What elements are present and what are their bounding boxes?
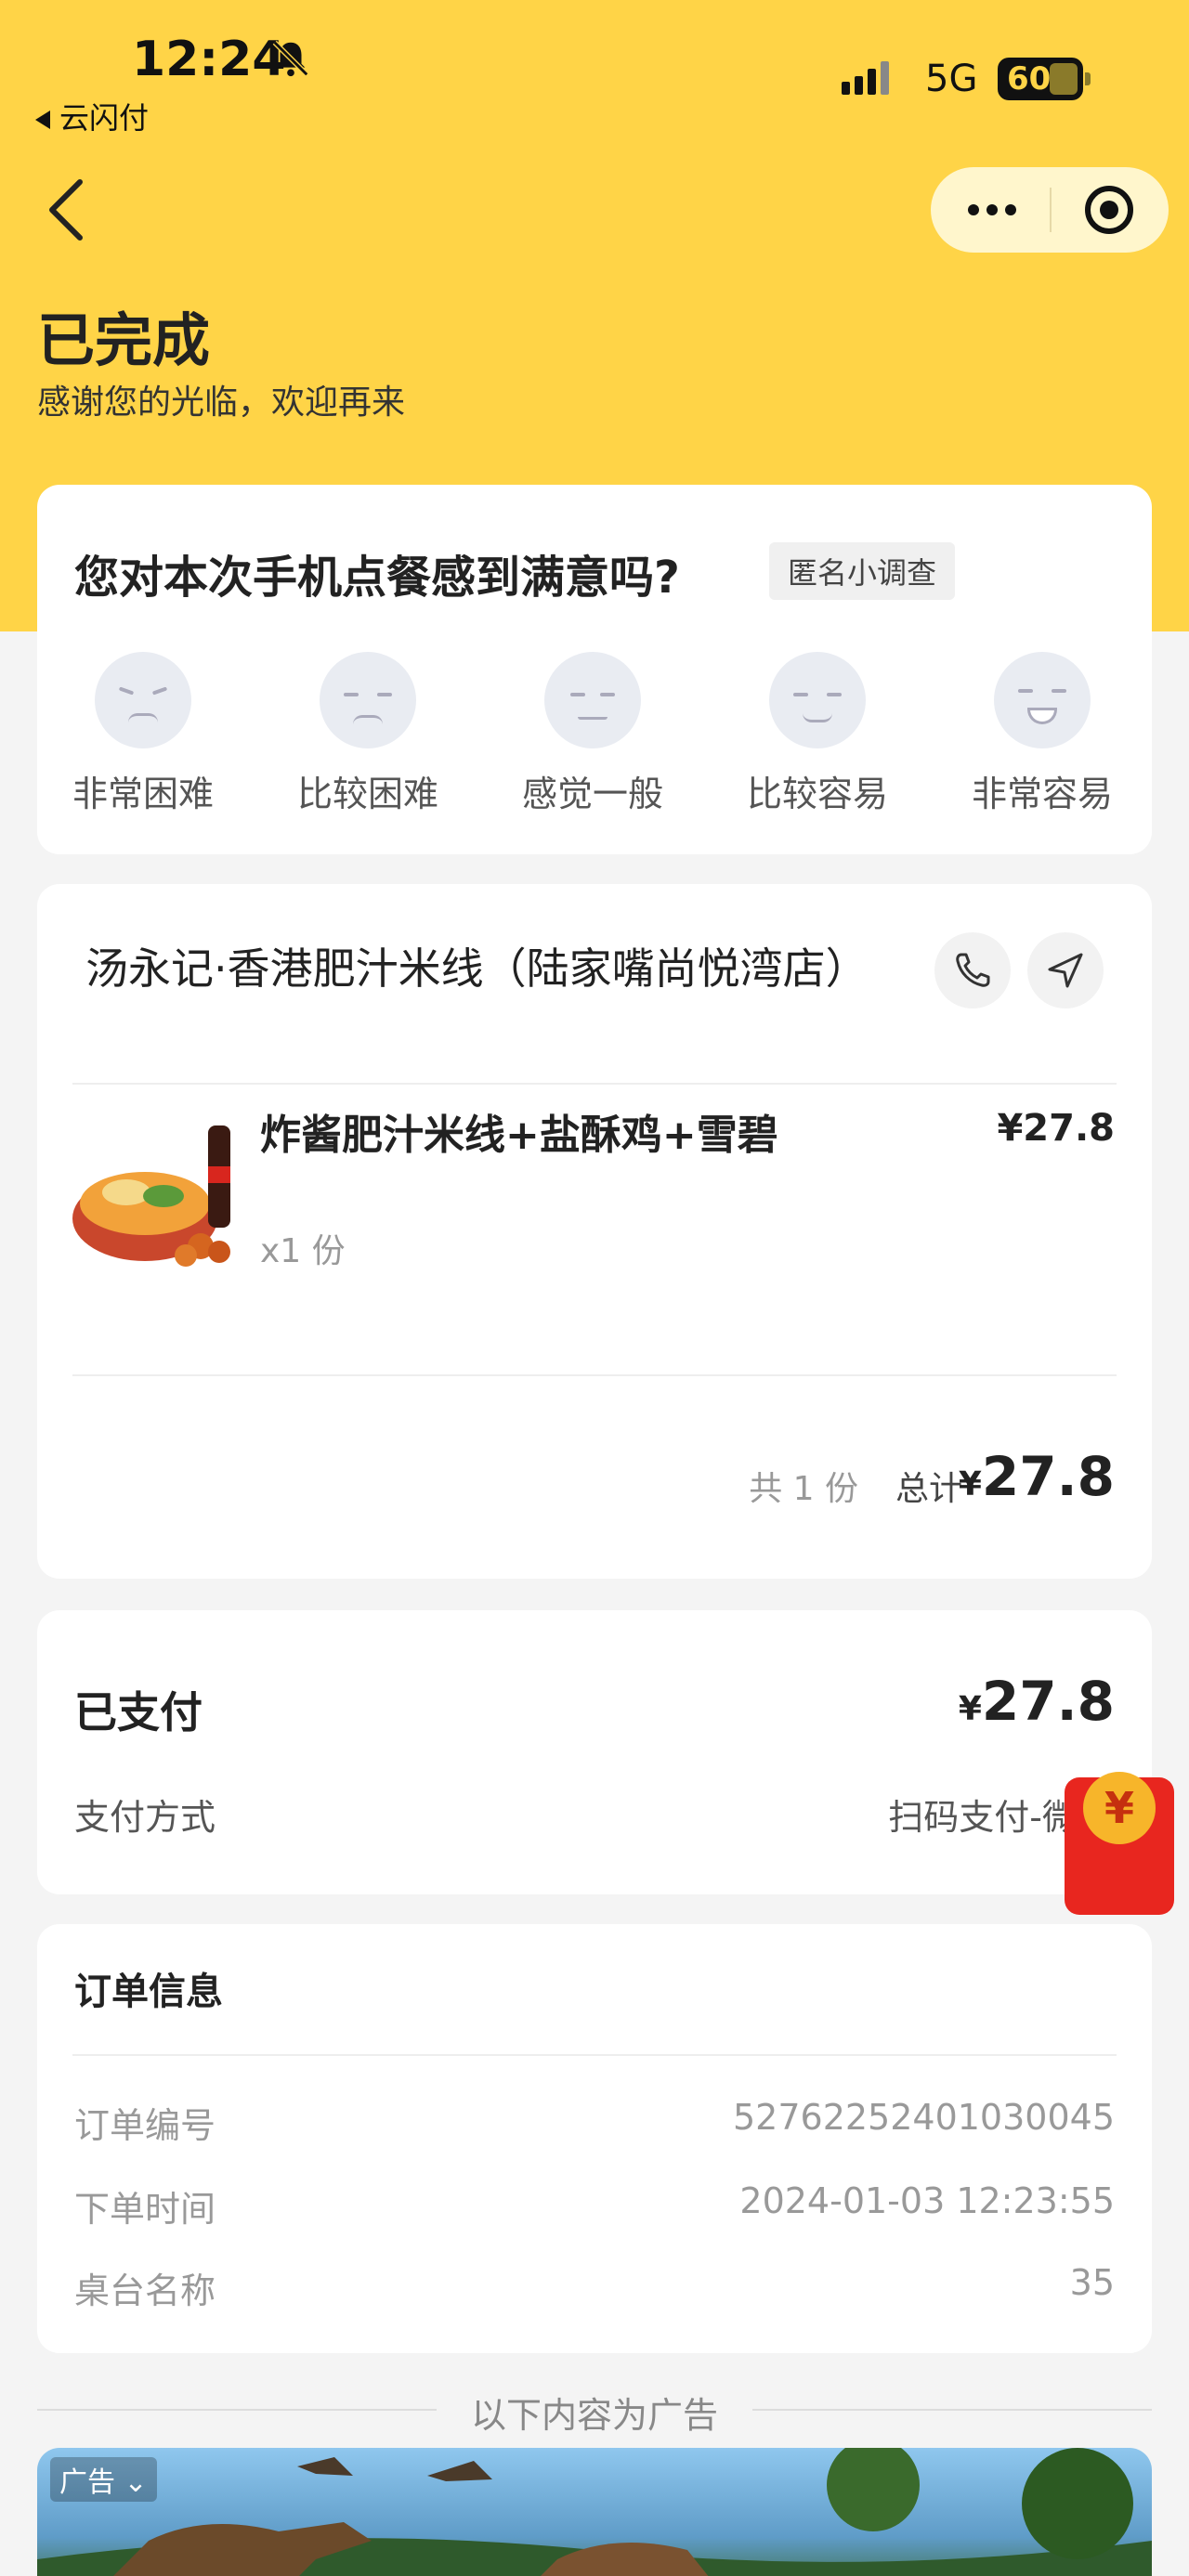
store-name[interactable]: 汤永记·香港肥汁米线（陆家嘴尚悦湾店） [85,934,921,1003]
yuan-coin-icon: ¥ [1083,1772,1156,1844]
page-subtitle: 感谢您的光临，欢迎再来 [37,384,406,422]
survey-option-label[interactable]: 感觉一般 [500,765,686,816]
miniapp-capsule [931,167,1169,253]
bell-muted-icon [272,40,309,77]
dish-quantity: x1 份 [260,1232,346,1270]
dinosaur-ad-image [37,2448,1152,2576]
ad-banner[interactable]: 广告 ⌄ [37,2448,1152,2576]
survey-card: 您对本次手机点餐感到满意吗? 匿名小调查 非常困难 比较困难 感觉一般 比较容易… [37,485,1152,854]
ad-tag[interactable]: 广告 ⌄ [50,2457,157,2502]
navigate-button[interactable] [1027,932,1104,1008]
very-difficult-face-icon[interactable] [95,652,191,748]
back-to-app-link[interactable]: 云闪付 [35,95,149,137]
survey-option-label[interactable]: 非常困难 [50,765,236,816]
battery-icon: 60 [998,58,1091,100]
paid-label: 已支付 [74,1687,203,1737]
order-number-value[interactable]: 52762252401030045 [733,2097,1115,2138]
neutral-face-icon[interactable] [544,652,641,748]
order-info-title: 订单信息 [74,1971,223,2013]
dish-name: 炸酱肥汁米线+盐酥鸡+雪碧 [260,1112,778,1159]
divider [72,1083,1117,1085]
survey-option-label[interactable]: 非常容易 [949,765,1135,816]
chevron-down-icon: ⌄ [124,2466,148,2499]
survey-option-label[interactable]: 比较容易 [725,765,910,816]
page-title: 已完成 [37,306,211,374]
survey-question: 您对本次手机点餐感到满意吗? [74,552,680,604]
ad-divider-text: 以下内容为广告 [470,2395,718,2436]
phone-icon [956,953,990,987]
table-name-value: 35 [1069,2262,1115,2303]
order-info-card: 订单信息 订单编号 52762252401030045 下单时间 2024-01… [37,1924,1152,2353]
dish-price: ¥27.8 [997,1107,1115,1150]
survey-option-label[interactable]: 比较困难 [275,765,461,816]
survey-tag: 匿名小调查 [769,542,956,600]
back-arrow-icon[interactable] [39,173,95,247]
payment-method-label: 支付方式 [74,1797,216,1838]
red-packet-button[interactable]: ¥ [1065,1772,1174,1915]
back-triangle-icon [35,111,50,129]
payment-method-value: 扫码支付-微 [888,1797,1078,1838]
battery-level: 60 [1007,60,1052,98]
back-app-label: 云闪付 [59,100,150,136]
network-type: 5G [925,58,978,100]
table-name-label: 桌台名称 [74,2270,216,2311]
more-menu-icon[interactable] [964,197,1020,223]
cellular-signal-icon [842,61,894,95]
order-time-value: 2024-01-03 12:23:55 [739,2180,1115,2221]
total-label: 总计 [895,1470,962,1508]
divider [72,1374,1117,1376]
paid-amount: ¥27.8 [958,1670,1115,1733]
divider [72,2054,1117,2056]
close-miniapp-icon[interactable] [1085,186,1133,234]
easy-face-icon[interactable] [769,652,866,748]
order-time-label: 下单时间 [74,2189,216,2230]
payment-card: 已支付 ¥27.8 支付方式 扫码支付-微 [37,1610,1152,1894]
order-number-label: 订单编号 [74,2105,216,2146]
navigation-arrow-icon [1048,953,1083,988]
phone-button[interactable] [934,932,1011,1008]
item-count: 共 1 份 [749,1470,858,1508]
difficult-face-icon[interactable] [320,652,416,748]
order-card: 汤永记·香港肥汁米线（陆家嘴尚悦湾店） 炸酱肥汁米线+盐酥鸡+雪碧 ¥27.8 … [37,884,1152,1579]
status-time: 12:24 [132,32,286,87]
dish-image [71,1107,236,1274]
total-amount: ¥27.8 [958,1445,1115,1508]
very-easy-face-icon[interactable] [994,652,1091,748]
